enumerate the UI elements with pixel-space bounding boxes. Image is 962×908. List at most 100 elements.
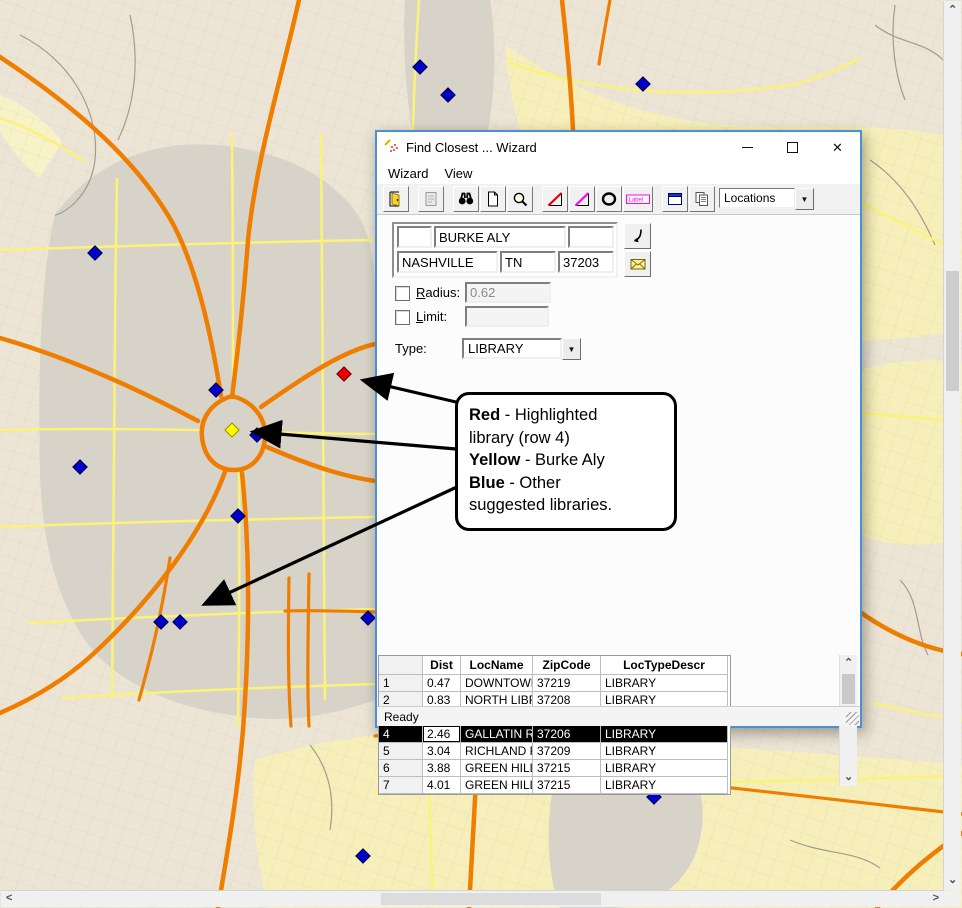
table-cell-selected[interactable]: 37206: [533, 726, 601, 743]
limit-checkbox[interactable]: [395, 310, 410, 325]
dialog-title: Find Closest ... Wizard: [406, 140, 537, 155]
table-cell[interactable]: 37215: [533, 760, 601, 777]
city-field[interactable]: [397, 251, 498, 273]
map-scroll-down-icon[interactable]: ⌄: [948, 875, 957, 886]
window-icon: [666, 190, 684, 208]
map-vertical-scrollbar[interactable]: ⌃ ⌄: [943, 1, 961, 890]
col-header-dist[interactable]: Dist: [423, 656, 461, 675]
row-header[interactable]: 7: [379, 777, 423, 794]
mail-button[interactable]: [624, 251, 651, 277]
state-field[interactable]: [500, 251, 556, 273]
resize-grip[interactable]: [846, 712, 859, 725]
label-tool-button[interactable]: Label: [623, 186, 653, 212]
table-cell[interactable]: LIBRARY: [601, 760, 728, 777]
type-dropdown-value[interactable]: LIBRARY: [462, 338, 562, 359]
table-cell[interactable]: GREEN HILL: [461, 777, 533, 794]
table-cell[interactable]: LIBRARY: [601, 675, 728, 692]
menu-view[interactable]: View: [436, 164, 480, 183]
locations-dropdown-value[interactable]: Locations: [719, 188, 795, 208]
magenta-triangle-icon: [573, 190, 591, 208]
col-header-loctype[interactable]: LocTypeDescr: [601, 656, 728, 675]
red-line-tool-button[interactable]: [542, 186, 568, 212]
col-header-num[interactable]: [379, 656, 423, 675]
zoom-button[interactable]: [507, 186, 533, 212]
map-horizontal-thumb[interactable]: [381, 893, 601, 905]
geocode-button[interactable]: [624, 223, 651, 249]
legend-callout: Red - Highlighted library (row 4) Yellow…: [455, 392, 677, 531]
status-text: Ready: [384, 710, 419, 724]
minimize-button[interactable]: [725, 132, 770, 162]
red-triangle-icon: [546, 190, 564, 208]
maximize-button[interactable]: [770, 132, 815, 162]
table-cell[interactable]: 4.01: [423, 777, 461, 794]
circle-tool-button[interactable]: [596, 186, 622, 212]
table-cell-focused[interactable]: 2.46: [423, 726, 461, 743]
table-cell[interactable]: 0.47: [423, 675, 461, 692]
callout-line: Red - Highlighted: [469, 404, 674, 427]
house-number-field[interactable]: [397, 226, 432, 248]
table-cell[interactable]: GREEN HILL: [461, 760, 533, 777]
table-cell[interactable]: 3.88: [423, 760, 461, 777]
col-header-zipcode[interactable]: ZipCode: [533, 656, 601, 675]
table-cell[interactable]: 37219: [533, 675, 601, 692]
table-cell[interactable]: LIBRARY: [601, 743, 728, 760]
dialog-toolbar: Label Locations ▼: [377, 184, 860, 215]
table-scrollbar-thumb[interactable]: [842, 674, 855, 704]
menu-wizard[interactable]: Wizard: [380, 164, 436, 183]
address-panel: [392, 222, 618, 278]
close-icon: ✕: [832, 141, 843, 154]
row-header[interactable]: 6: [379, 760, 423, 777]
row-header-selected[interactable]: 4: [379, 726, 423, 743]
find-button[interactable]: [453, 186, 479, 212]
scroll-up-icon[interactable]: ⌃: [844, 658, 853, 669]
type-dropdown[interactable]: LIBRARY ▼: [462, 338, 581, 360]
new-window-button[interactable]: [662, 186, 688, 212]
properties-button[interactable]: [418, 186, 444, 212]
envelope-icon: [629, 255, 647, 273]
new-document-icon: [484, 190, 502, 208]
curved-arrow-icon: [629, 227, 647, 245]
exit-door-icon: [387, 190, 405, 208]
table-cell[interactable]: 37209: [533, 743, 601, 760]
radius-checkbox[interactable]: [395, 286, 410, 301]
table-cell[interactable]: 3.04: [423, 743, 461, 760]
table-cell[interactable]: LIBRARY: [601, 777, 728, 794]
street-field[interactable]: [434, 226, 566, 248]
scroll-down-icon[interactable]: ⌄: [844, 772, 853, 783]
map-scroll-left-icon[interactable]: <: [6, 893, 12, 904]
radius-field[interactable]: [465, 282, 551, 303]
new-query-button[interactable]: [480, 186, 506, 212]
col-header-locname[interactable]: LocName: [461, 656, 533, 675]
dropdown-arrow-icon[interactable]: ▼: [795, 188, 814, 210]
table-cell-selected[interactable]: LIBRARY: [601, 726, 728, 743]
properties-icon: [422, 190, 440, 208]
limit-field[interactable]: [465, 306, 549, 327]
callout-line: Yellow - Burke Aly: [469, 449, 674, 472]
unit-field[interactable]: [568, 226, 614, 248]
map-vertical-thumb[interactable]: [946, 271, 959, 391]
row-header[interactable]: 1: [379, 675, 423, 692]
maximize-icon: [787, 142, 798, 153]
row-header[interactable]: 5: [379, 743, 423, 760]
table-cell[interactable]: RICHLAND P: [461, 743, 533, 760]
magnifier-icon: [511, 190, 529, 208]
exit-door-button[interactable]: [383, 186, 409, 212]
type-dropdown-arrow-icon[interactable]: ▼: [562, 338, 581, 360]
close-button[interactable]: ✕: [815, 132, 860, 162]
table-cell[interactable]: DOWNTOWN: [461, 675, 533, 692]
callout-line: Blue - Other: [469, 472, 674, 495]
map-scroll-up-icon[interactable]: ⌃: [948, 5, 957, 16]
copy-icon: [693, 190, 711, 208]
map-scroll-right-icon[interactable]: >: [933, 893, 939, 904]
table-cell-selected[interactable]: GALLATIN R: [461, 726, 533, 743]
circle-icon: [600, 190, 618, 208]
copy-button[interactable]: [689, 186, 715, 212]
map-horizontal-scrollbar[interactable]: < >: [1, 890, 944, 907]
zip-field[interactable]: [558, 251, 614, 273]
status-bar: Ready: [377, 706, 860, 726]
dialog-titlebar[interactable]: Find Closest ... Wizard ✕: [377, 132, 860, 162]
magenta-line-tool-button[interactable]: [569, 186, 595, 212]
locations-dropdown[interactable]: Locations ▼: [719, 188, 814, 210]
table-cell[interactable]: 37215: [533, 777, 601, 794]
limit-label: Limit:: [416, 309, 447, 324]
